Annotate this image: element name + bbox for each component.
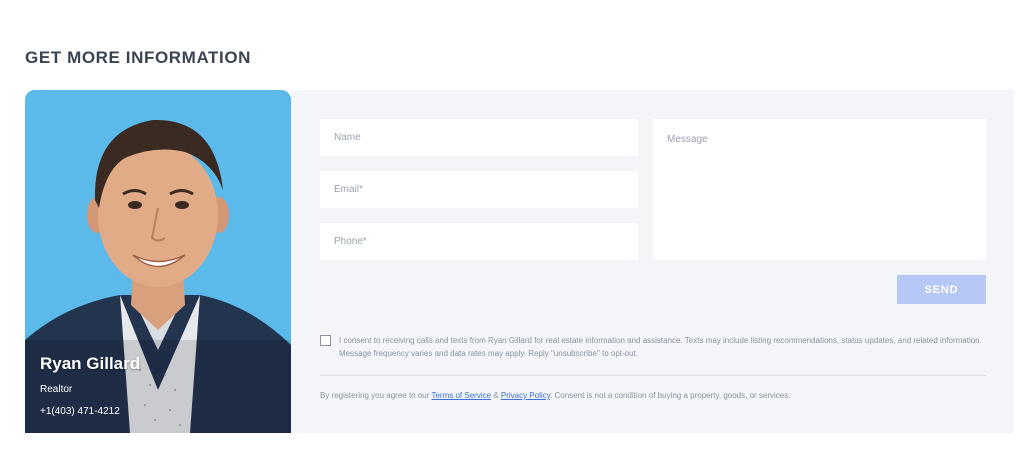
phone-input[interactable] xyxy=(320,223,638,260)
consent-checkbox[interactable] xyxy=(320,335,331,346)
contact-form-panel: SEND I consent to receiving calls and te… xyxy=(291,90,1014,433)
terms-of-service-link[interactable]: Terms of Service xyxy=(431,391,491,400)
legal-suffix: . Consent is not a condition of buying a… xyxy=(550,391,791,400)
agent-role: Realtor xyxy=(40,384,73,395)
consent-row: I consent to receiving calls and texts f… xyxy=(320,334,986,360)
name-input[interactable] xyxy=(320,119,638,156)
agent-phone[interactable]: +1(403) 471-4212 xyxy=(40,406,140,417)
send-button[interactable]: SEND xyxy=(897,275,986,304)
legal-joiner: & xyxy=(491,391,501,400)
consent-text: I consent to receiving calls and texts f… xyxy=(339,336,982,358)
agent-name: Ryan Gillard xyxy=(40,354,141,373)
legal-prefix: By registering you agree to our xyxy=(320,391,432,400)
section-title: GET MORE INFORMATION xyxy=(25,48,252,67)
email-input[interactable] xyxy=(320,171,638,208)
privacy-policy-link[interactable]: Privacy Policy xyxy=(501,391,550,400)
agent-info: Ryan Gillard Realtor +1(403) 471-4212 xyxy=(40,354,140,417)
divider xyxy=(320,375,986,376)
legal-notice: By registering you agree to our Terms of… xyxy=(320,391,790,400)
agent-card: Ryan Gillard Realtor +1(403) 471-4212 xyxy=(25,90,291,433)
message-textarea[interactable] xyxy=(653,119,986,260)
